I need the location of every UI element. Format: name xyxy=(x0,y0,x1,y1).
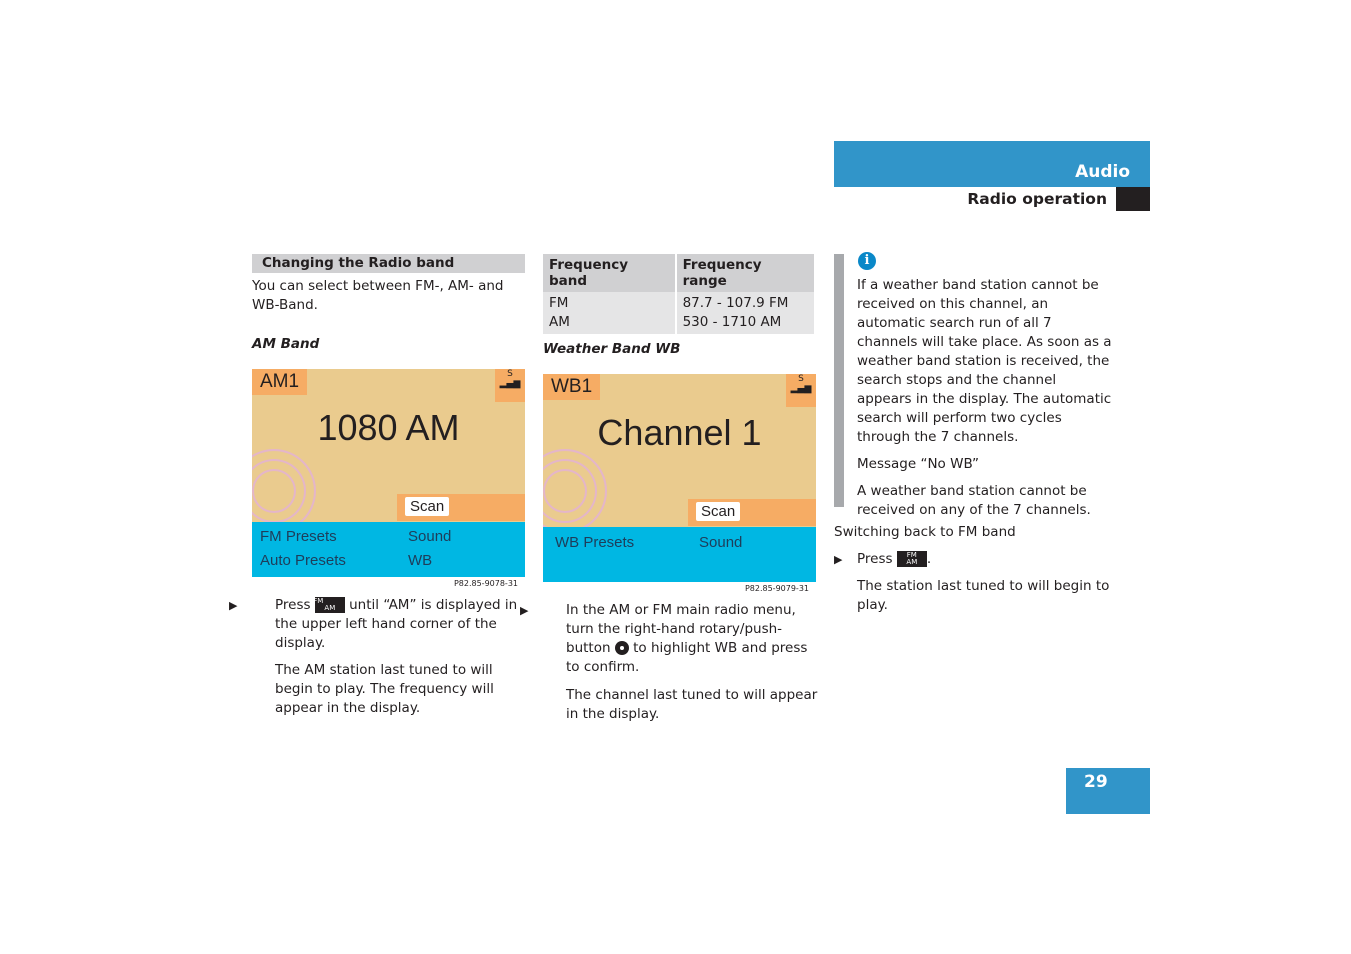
frequency-table: Frequency band Frequency range FM AM 87.7 -… xyxy=(543,254,817,334)
subsection-marker xyxy=(1116,187,1150,211)
wb-heading: Weather Band WB xyxy=(543,341,681,357)
image-caption: P82.85-9078-31 xyxy=(453,579,518,588)
signal-icon: S ▂▄▆ xyxy=(786,374,816,407)
menu-wb: WB xyxy=(408,552,433,569)
antenna-icon xyxy=(252,449,316,533)
bullet-icon: ▶ xyxy=(834,553,843,566)
wb-display-image: WB1 S ▂▄▆ Channel 1 Scan WB Presets Sound xyxy=(543,374,816,582)
switch-heading: Switching back to FM band xyxy=(834,524,1016,540)
result-text: The station last tuned to will begin to … xyxy=(857,578,1110,613)
fm-am-key-icon: FM AM xyxy=(313,597,345,613)
menu-fm-presets: FM Presets xyxy=(260,528,337,545)
step-text: until “AM” is displayed in the upper lef… xyxy=(275,597,518,651)
menu-auto-presets: Auto Presets xyxy=(260,552,346,569)
rotary-button-icon xyxy=(614,641,629,655)
fm-am-key-icon: FM AM xyxy=(896,551,927,567)
info-icon: i xyxy=(858,252,876,270)
section-tab: Audio xyxy=(834,141,1150,187)
antenna-icon xyxy=(543,449,607,533)
result-text: The AM station last tuned to will begin … xyxy=(275,662,494,716)
menu-wb-presets: WB Presets xyxy=(555,534,635,551)
band-label: WB1 xyxy=(543,374,601,400)
message-heading: Message “No WB” xyxy=(857,456,979,472)
step-text: Press xyxy=(857,551,893,567)
am-display-image: AM1 S ▂▄▆ 1080 AM Scan FM Presets Sound A… xyxy=(252,369,525,577)
channel-readout: Channel 1 xyxy=(597,412,762,453)
intro-text: You can select between FM-, AM- and WB-B… xyxy=(252,278,504,313)
scan-button: Scan xyxy=(696,502,741,521)
section-title: Audio xyxy=(1075,162,1130,182)
image-caption: P82.85-9079-31 xyxy=(744,584,809,593)
menu-sound: Sound xyxy=(699,534,743,551)
page-number-tab: 29 xyxy=(1066,768,1150,814)
info-text: If a weather band station cannot be rece… xyxy=(857,277,1112,445)
page-number: 29 xyxy=(1084,772,1108,792)
am-band-heading: AM Band xyxy=(252,336,320,352)
message-text: A weather band station cannot be receive… xyxy=(857,483,1091,518)
table-header: Frequency band xyxy=(543,254,677,292)
subsection-title: Radio operation xyxy=(967,190,1107,208)
band-label: AM1 xyxy=(252,369,308,395)
section-heading: Changing the Radio band xyxy=(252,254,525,273)
result-text: The channel last tuned to will appear in… xyxy=(566,687,818,722)
scan-button: Scan xyxy=(405,497,450,516)
signal-icon: S ▂▄▆ xyxy=(495,369,525,402)
frequency-readout: 1080 AM xyxy=(317,407,460,448)
bullet-icon: ▶ xyxy=(520,604,529,617)
menu-sound: Sound xyxy=(408,528,452,545)
table-header: Frequency range xyxy=(675,254,817,292)
bullet-icon: ▶ xyxy=(229,599,238,612)
table-row: FM AM 87.7 - 107.9 FM 530 - 1710 AM xyxy=(543,292,817,334)
info-bar xyxy=(834,254,844,507)
step-text: Press xyxy=(275,597,311,613)
